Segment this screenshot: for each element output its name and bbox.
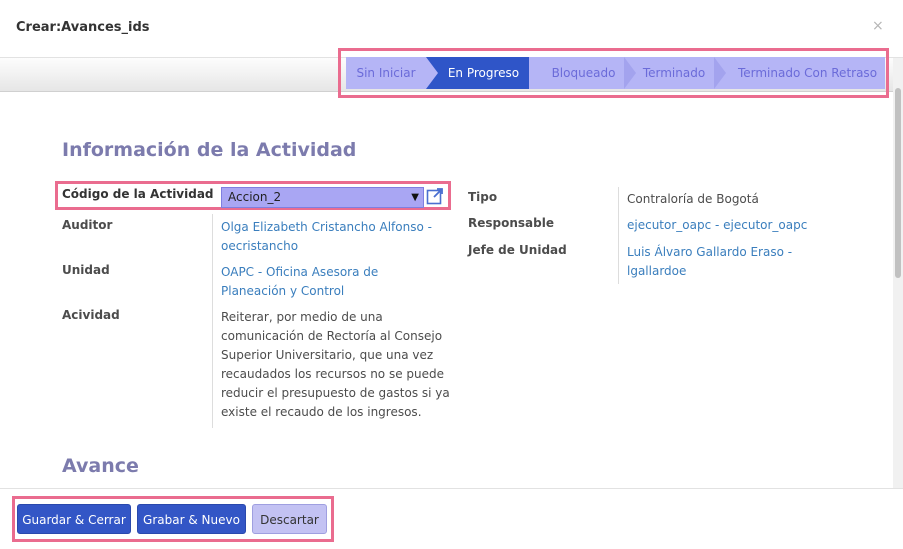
acividad-value: Reiterar, por medio de una comunicación … [221, 308, 450, 422]
responsable-label: Responsable [468, 216, 554, 230]
auditor-label: Auditor [62, 218, 113, 232]
acividad-line: existe el recaudo de los ingresos. [221, 405, 422, 419]
acividad-line: reducir el presupuesto de gastos si ya [221, 386, 450, 400]
codigo-select-value: Accion_2 [228, 190, 282, 204]
stage-highlight [338, 48, 889, 98]
jefe-value-line: Luis Álvaro Gallardo Eraso - [627, 245, 793, 259]
section-title-informacion: Información de la Actividad [62, 139, 357, 161]
tipo-label: Tipo [468, 190, 498, 204]
jefe-label: Jefe de Unidad [468, 243, 567, 257]
responsable-value[interactable]: ejecutor_oapc - ejecutor_oapc [627, 216, 807, 235]
auditor-value-line: Olga Elizabeth Cristancho Alfonso - [221, 220, 432, 234]
unidad-value[interactable]: OAPC - Oficina Asesora de Planeación y C… [221, 263, 378, 301]
external-link-icon[interactable] [426, 187, 444, 205]
caret-down-icon: ▼ [411, 192, 419, 203]
acividad-line: Reiterar, por medio de una [221, 310, 383, 324]
unidad-label: Unidad [62, 263, 110, 277]
column-divider [618, 187, 619, 284]
jefe-value[interactable]: Luis Álvaro Gallardo Eraso - lgallardoe [627, 243, 792, 281]
discard-button[interactable]: Descartar [252, 504, 327, 534]
auditor-value-line: oecristancho [221, 239, 299, 253]
tipo-value: Contraloría de Bogotá [627, 192, 759, 206]
codigo-select[interactable]: Accion_2 ▼ [221, 187, 424, 208]
unidad-value-line: OAPC - Oficina Asesora de [221, 265, 379, 279]
jefe-value-line: lgallardoe [627, 264, 687, 278]
dialog-title: Crear:Avances_ids [16, 20, 150, 35]
section-title-avance: Avance [62, 455, 139, 477]
codigo-label: Código de la Actividad [62, 187, 214, 201]
column-divider [212, 214, 213, 428]
acividad-line: Superior Universitario, que una vez [221, 348, 434, 362]
acividad-line: comunicación de Rectoría al Consejo [221, 329, 443, 343]
scrollbar-thumb[interactable] [895, 88, 901, 278]
close-icon[interactable]: × [872, 18, 884, 34]
auditor-value[interactable]: Olga Elizabeth Cristancho Alfonso - oecr… [221, 218, 432, 256]
save-new-button[interactable]: Grabar & Nuevo [137, 504, 246, 534]
acividad-label: Acividad [62, 308, 120, 322]
save-close-button[interactable]: Guardar & Cerrar [17, 504, 131, 534]
acividad-line: recaudados los recursos no se puede [221, 367, 445, 381]
modal-dialog: Crear:Avances_ids × Sin Iniciar En Progr… [0, 0, 903, 549]
unidad-value-line: Planeación y Control [221, 284, 345, 298]
